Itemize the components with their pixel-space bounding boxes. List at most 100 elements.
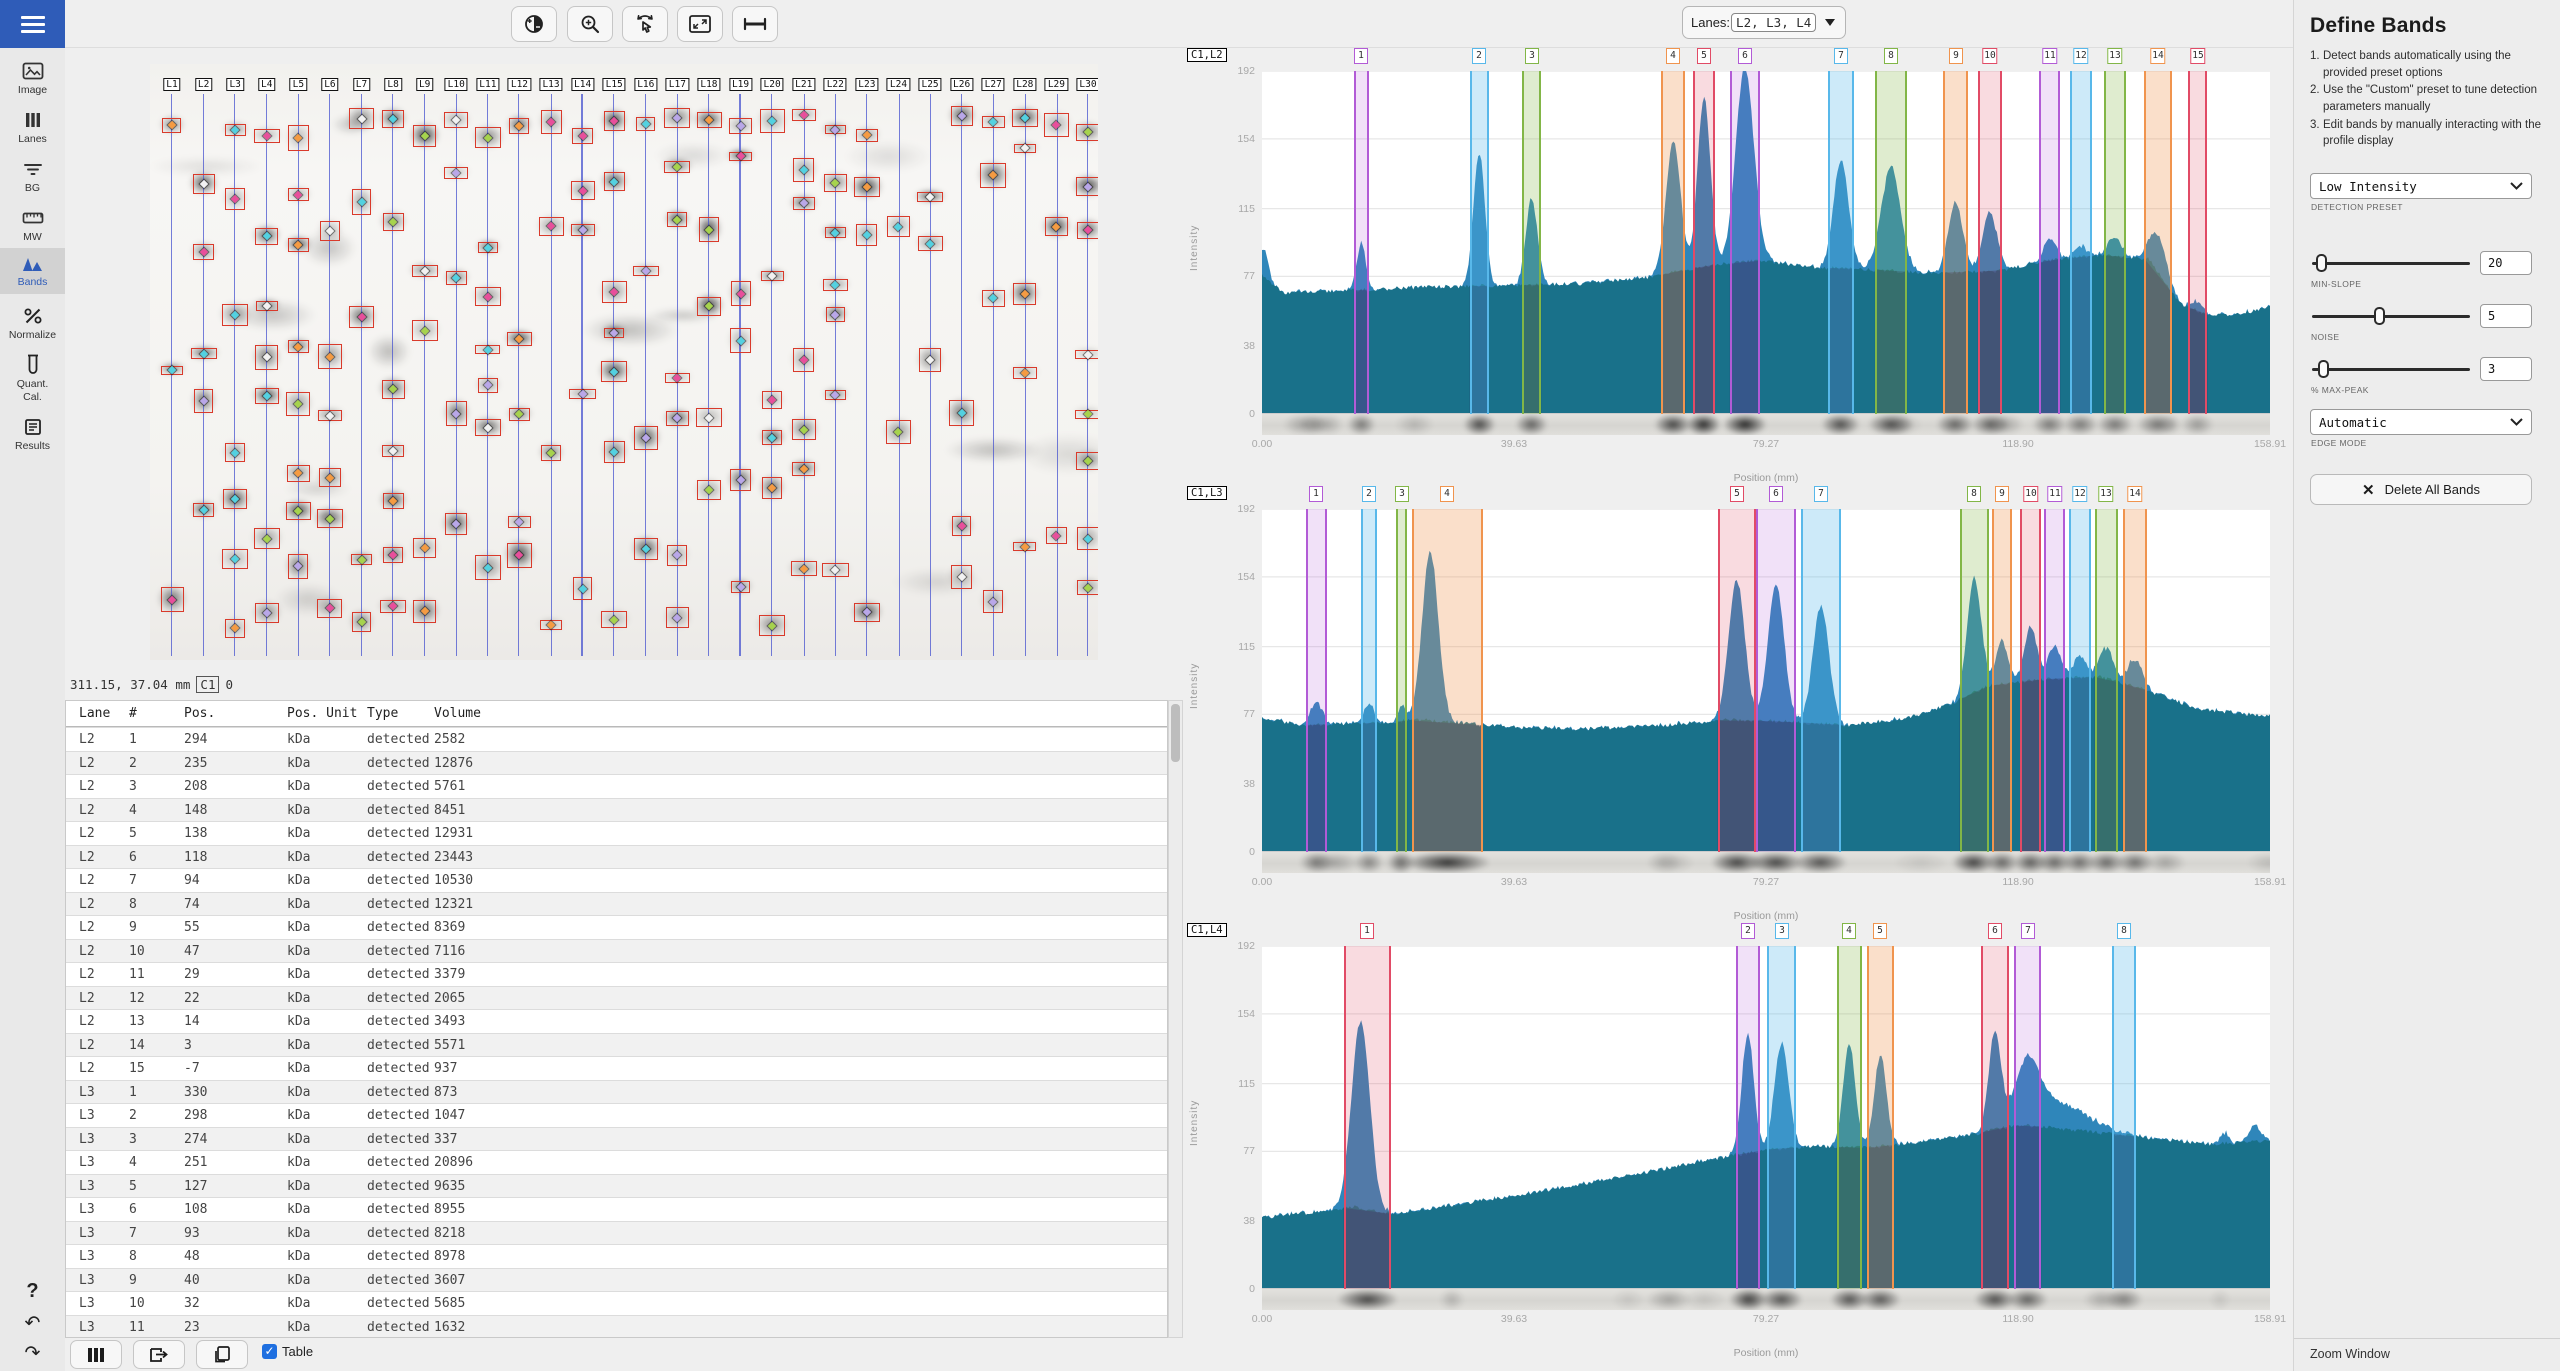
table-row[interactable]: L3848kDadetected8978 bbox=[66, 1244, 1167, 1268]
band-number-label[interactable]: 12 bbox=[2073, 48, 2088, 64]
lane-line[interactable] bbox=[171, 94, 172, 656]
lane-label[interactable]: L7 bbox=[353, 78, 370, 91]
column-header[interactable]: Lane bbox=[79, 701, 110, 727]
band-region-5[interactable] bbox=[1867, 946, 1894, 1289]
table-scrollbar[interactable] bbox=[1168, 700, 1183, 1338]
noise-slider[interactable]: 5 bbox=[2310, 303, 2532, 329]
band-number-label[interactable]: 6 bbox=[1738, 48, 1752, 64]
band-number-label[interactable]: 15 bbox=[2190, 48, 2205, 64]
gel-image-canvas[interactable]: L1L2L3L4L5L6L7L8L9L10L11L12L13L14L15L16L… bbox=[150, 64, 1098, 660]
sidebar-item-lanes[interactable]: Lanes bbox=[0, 105, 65, 151]
band-number-label[interactable]: 1 bbox=[1354, 48, 1368, 64]
max-peak-value-field[interactable]: 3 bbox=[2480, 357, 2532, 381]
band-number-label[interactable]: 5 bbox=[1873, 923, 1887, 939]
table-row[interactable]: L2955kDadetected8369 bbox=[66, 915, 1167, 939]
table-row[interactable]: L36108kDadetected8955 bbox=[66, 1197, 1167, 1221]
slider-track[interactable] bbox=[2312, 368, 2470, 371]
lane-label[interactable]: L6 bbox=[321, 78, 338, 91]
lane-line[interactable] bbox=[1057, 94, 1058, 656]
table-row[interactable]: L21222kDadetected2065 bbox=[66, 986, 1167, 1010]
band-region-11[interactable] bbox=[2044, 509, 2065, 852]
lane-label[interactable]: L21 bbox=[792, 78, 815, 91]
table-row[interactable]: L25138kDadetected12931 bbox=[66, 821, 1167, 845]
band-region-11[interactable] bbox=[2039, 71, 2060, 414]
slider-thumb[interactable] bbox=[2316, 254, 2327, 272]
band-number-label[interactable]: 4 bbox=[1842, 923, 1856, 939]
column-header[interactable]: # bbox=[129, 701, 137, 727]
band-region-8[interactable] bbox=[1960, 509, 1989, 852]
band-number-label[interactable]: 6 bbox=[1769, 486, 1783, 502]
band-number-label[interactable]: 9 bbox=[1949, 48, 1963, 64]
band-number-label[interactable]: 6 bbox=[1988, 923, 2002, 939]
undo-icon[interactable]: ↶ bbox=[0, 1312, 65, 1335]
band-number-label[interactable]: 1 bbox=[1360, 923, 1374, 939]
lane-label[interactable]: L30 bbox=[1076, 78, 1098, 91]
band-number-label[interactable]: 1 bbox=[1309, 486, 1323, 502]
lane-line[interactable] bbox=[266, 94, 267, 656]
lane-label[interactable]: L18 bbox=[697, 78, 720, 91]
band-region-1[interactable] bbox=[1354, 71, 1369, 414]
sidebar-item-image[interactable]: Image bbox=[0, 56, 65, 102]
table-row[interactable]: L21129kDadetected3379 bbox=[66, 962, 1167, 986]
table-row[interactable]: L22235kDadetected12876 bbox=[66, 751, 1167, 775]
lane-profile-button[interactable] bbox=[70, 1340, 122, 1369]
table-row[interactable]: L26118kDadetected23443 bbox=[66, 845, 1167, 869]
lane-label[interactable]: L26 bbox=[950, 78, 973, 91]
band-region-2[interactable] bbox=[1361, 509, 1377, 852]
zoom-window-section[interactable]: Zoom Window bbox=[2294, 1338, 2560, 1371]
table-checkbox[interactable]: ✓ bbox=[262, 1344, 277, 1359]
lane-label[interactable]: L11 bbox=[476, 78, 499, 91]
lane-line[interactable] bbox=[361, 94, 362, 656]
band-region-6[interactable] bbox=[1756, 509, 1796, 852]
lane-line[interactable] bbox=[771, 94, 772, 656]
table-row[interactable]: L21314kDadetected3493 bbox=[66, 1009, 1167, 1033]
band-region-9[interactable] bbox=[1992, 509, 2012, 852]
band-number-label[interactable]: 3 bbox=[1395, 486, 1409, 502]
table-row[interactable]: L3793kDadetected8218 bbox=[66, 1221, 1167, 1245]
band-region-1[interactable] bbox=[1344, 946, 1391, 1289]
help-icon[interactable]: ? bbox=[0, 1280, 65, 1303]
lane-label[interactable]: L17 bbox=[666, 78, 689, 91]
band-number-label[interactable]: 13 bbox=[2107, 48, 2122, 64]
lane-line[interactable] bbox=[930, 94, 931, 656]
lane-label[interactable]: L12 bbox=[508, 78, 531, 91]
band-region-5[interactable] bbox=[1693, 71, 1714, 414]
lane-line[interactable] bbox=[899, 94, 900, 656]
pan-button[interactable] bbox=[622, 6, 668, 42]
column-header[interactable]: Volume bbox=[434, 701, 481, 727]
band-number-label[interactable]: 5 bbox=[1697, 48, 1711, 64]
table-row[interactable]: L2874kDadetected12321 bbox=[66, 892, 1167, 916]
band-region-6[interactable] bbox=[1981, 946, 2009, 1289]
lane-label[interactable]: L4 bbox=[258, 78, 275, 91]
sidebar-item-bg[interactable]: BG bbox=[0, 154, 65, 200]
slider-thumb[interactable] bbox=[2318, 360, 2329, 378]
band-region-3[interactable] bbox=[1522, 71, 1541, 414]
lane-line[interactable] bbox=[581, 94, 582, 656]
lane-line[interactable] bbox=[329, 94, 330, 656]
band-number-label[interactable]: 9 bbox=[1995, 486, 2009, 502]
table-row[interactable]: L21047kDadetected7116 bbox=[66, 939, 1167, 963]
band-region-10[interactable] bbox=[1978, 71, 2002, 414]
band-region-15[interactable] bbox=[2188, 71, 2207, 414]
lane-label[interactable]: L3 bbox=[226, 78, 243, 91]
band-region-10[interactable] bbox=[2020, 509, 2041, 852]
min-slope-value-field[interactable]: 20 bbox=[2480, 251, 2532, 275]
chart-plot-area[interactable] bbox=[1262, 946, 2270, 1289]
contrast-button[interactable] bbox=[511, 6, 557, 42]
table-row[interactable]: L215-7kDadetected937 bbox=[66, 1056, 1167, 1080]
lane-line[interactable] bbox=[392, 94, 393, 656]
band-region-14[interactable] bbox=[2144, 71, 2172, 414]
lane-line[interactable] bbox=[708, 94, 709, 656]
table-row[interactable]: L3940kDadetected3607 bbox=[66, 1268, 1167, 1292]
lane-label[interactable]: L23 bbox=[855, 78, 878, 91]
table-row[interactable]: L33274kDadetected337 bbox=[66, 1127, 1167, 1151]
band-number-label[interactable]: 12 bbox=[2072, 486, 2087, 502]
lane-line[interactable] bbox=[739, 94, 740, 656]
export-button[interactable] bbox=[133, 1340, 185, 1369]
band-region-2[interactable] bbox=[1470, 71, 1489, 414]
edge-mode-select[interactable]: Automatic bbox=[2310, 409, 2532, 435]
table-scrollbar-thumb[interactable] bbox=[1171, 704, 1180, 762]
band-region-8[interactable] bbox=[1875, 71, 1907, 414]
lane-label[interactable]: L1 bbox=[163, 78, 180, 91]
lane-line[interactable] bbox=[234, 94, 235, 656]
